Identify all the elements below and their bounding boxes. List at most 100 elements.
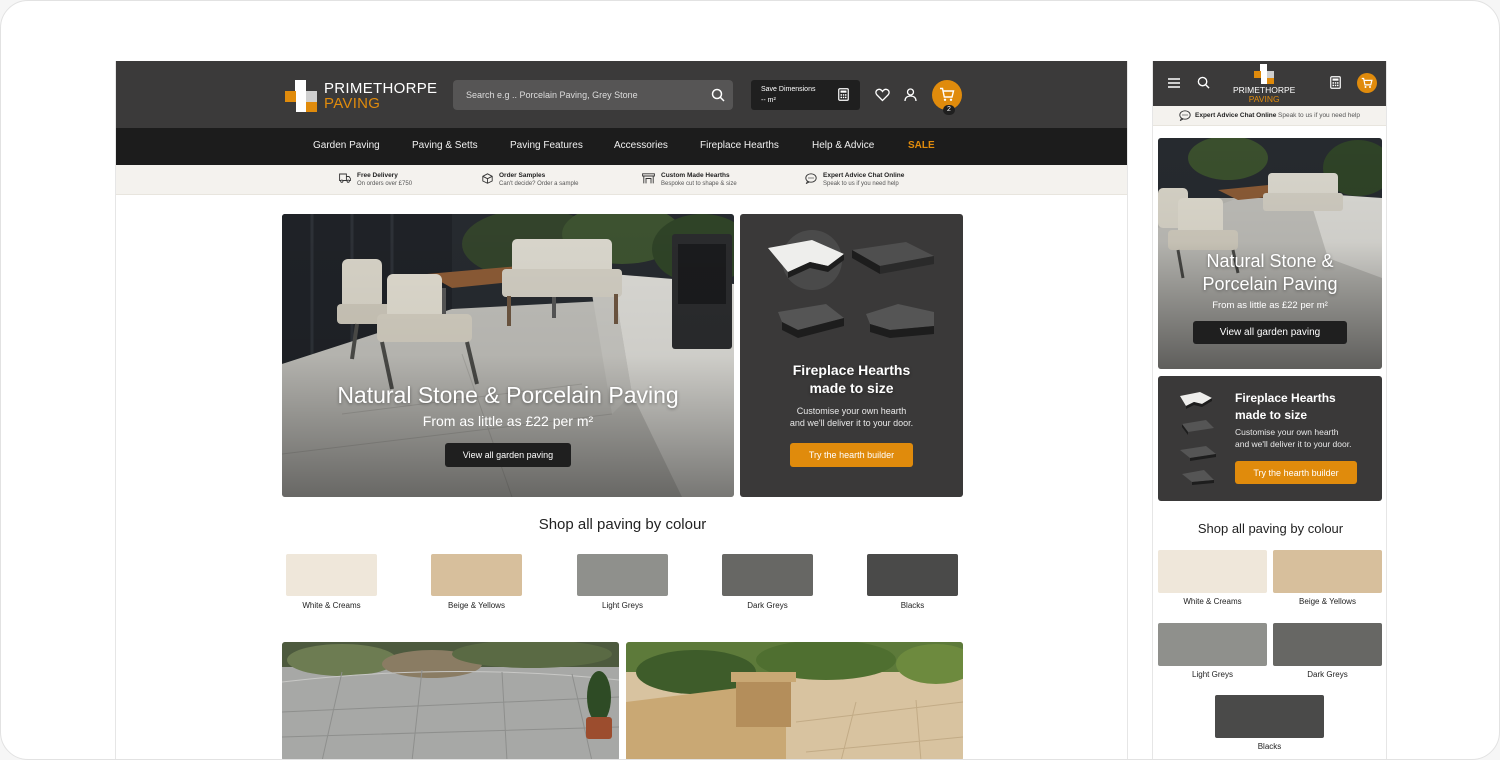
swatch-label[interactable]: Beige & Yellows	[1273, 597, 1382, 606]
usp-subtitle: Can't decide? Order a sample	[499, 181, 579, 187]
nav-sale[interactable]: SALE	[908, 140, 935, 151]
main-nav: Garden Paving Paving & Setts Paving Feat…	[116, 128, 1127, 165]
mobile-hearth-title-2: made to size	[1235, 408, 1308, 422]
mobile-chat-bar[interactable]: Expert Advice Chat Online Speak to us if…	[1153, 106, 1386, 126]
mobile-swatch-dark-greys[interactable]	[1273, 623, 1382, 666]
swatch-label[interactable]: Light Greys	[1158, 670, 1267, 679]
logo-line-2: PAVING	[324, 95, 381, 112]
usp-bar: Free Delivery On orders over £750 Order S…	[116, 165, 1127, 195]
nav-accessories[interactable]: Accessories	[614, 140, 668, 151]
mobile-hearth-text-2: and we'll deliver it to your door.	[1235, 439, 1352, 449]
swatch-label[interactable]: White & Creams	[1158, 597, 1267, 606]
swatch-label[interactable]: Light Greys	[577, 601, 668, 610]
mobile-logo[interactable]: PRIMETHORPE PAVING	[1233, 64, 1295, 103]
nav-help-advice[interactable]: Help & Advice	[812, 140, 874, 151]
mobile-view: PRIMETHORPE PAVING Expert Advice Chat On…	[1152, 61, 1387, 759]
search-box	[453, 80, 733, 110]
swatch-label[interactable]: Beige & Yellows	[431, 601, 522, 610]
chat-bubble-icon	[805, 173, 817, 184]
save-dimensions-title: Save Dimensions	[761, 86, 816, 93]
swatch-label[interactable]: Dark Greys	[722, 601, 813, 610]
mobile-cart-button[interactable]	[1357, 73, 1377, 93]
view-garden-paving-button[interactable]: View all garden paving	[445, 443, 571, 467]
hearth-promo-card[interactable]: Fireplace Hearths made to size Customise…	[740, 214, 963, 497]
heart-icon[interactable]	[875, 88, 890, 102]
search-input[interactable]	[453, 80, 733, 110]
logo-line-1: PRIMETHORPE	[324, 80, 438, 97]
chat-bubble-icon	[1179, 110, 1191, 121]
mobile-hero-title-2: Porcelain Paving	[1202, 274, 1338, 294]
account-icon[interactable]	[904, 88, 917, 102]
swatch-label[interactable]: Blacks	[1215, 742, 1324, 751]
browser-frame: PRIMETHORPE PAVING Save Dimensions -- m²	[0, 0, 1500, 760]
desktop-view: PRIMETHORPE PAVING Save Dimensions -- m²	[115, 61, 1128, 759]
usp-title: Expert Advice Chat Online	[823, 172, 905, 179]
mobile-hero-banner[interactable]: Natural Stone & Porcelain Paving From as…	[1158, 138, 1382, 369]
mobile-swatch-blacks[interactable]	[1215, 695, 1324, 738]
hearth-title-1: Fireplace Hearths	[792, 362, 911, 378]
mobile-hearth-card[interactable]: Fireplace Hearths made to size Customise…	[1158, 376, 1382, 501]
usp-title: Order Samples	[499, 172, 546, 179]
logo-line-2: PAVING	[1248, 93, 1280, 104]
search-icon[interactable]	[711, 88, 725, 102]
hearth-builder-button[interactable]: Try the hearth builder	[790, 443, 913, 467]
usp-order-samples[interactable]: Order Samples Can't decide? Order a sampl…	[482, 172, 579, 188]
nav-fireplace-hearths[interactable]: Fireplace Hearths	[700, 140, 779, 151]
swatch-white-creams[interactable]	[286, 554, 377, 596]
mobile-swatch-light-greys[interactable]	[1158, 623, 1267, 666]
cart-count-badge: 2	[943, 105, 955, 115]
mobile-header: PRIMETHORPE PAVING	[1153, 61, 1386, 106]
mobile-hearth-builder-button[interactable]: Try the hearth builder	[1235, 461, 1357, 484]
grey-paving-image	[282, 642, 619, 759]
hero-banner[interactable]: Natural Stone & Porcelain Paving From as…	[282, 214, 734, 497]
mobile-swatch-white-creams[interactable]	[1158, 550, 1267, 593]
swatch-label[interactable]: Dark Greys	[1273, 670, 1382, 679]
nav-garden-paving[interactable]: Garden Paving	[313, 140, 380, 151]
search-icon[interactable]	[1197, 76, 1210, 89]
usp-custom-hearths[interactable]: Custom Made Hearths Bespoke cut to shape …	[642, 172, 737, 188]
usp-free-delivery: Free Delivery On orders over £750	[339, 172, 412, 188]
mobile-chat-title: Expert Advice Chat Online	[1195, 112, 1277, 119]
save-dimensions-button[interactable]: Save Dimensions -- m²	[751, 80, 860, 110]
menu-icon[interactable]	[1168, 78, 1180, 88]
mobile-view-garden-paving-button[interactable]: View all garden paving	[1193, 321, 1347, 344]
nav-paving-setts[interactable]: Paving & Setts	[412, 140, 478, 151]
delivery-truck-icon	[339, 173, 351, 183]
swatch-beige-yellows[interactable]	[431, 554, 522, 596]
colour-section-title: Shop all paving by colour	[538, 516, 707, 533]
logo-mark-icon	[285, 80, 317, 112]
usp-expert-chat[interactable]: Expert Advice Chat Online Speak to us if …	[805, 172, 904, 188]
hero-subtitle: From as little as £22 per m²	[422, 413, 594, 429]
swatch-blacks[interactable]	[867, 554, 958, 596]
hearth-shapes-image	[768, 230, 934, 338]
mobile-hero-title-1: Natural Stone &	[1206, 251, 1334, 271]
calculator-icon	[838, 88, 849, 101]
nav-paving-features[interactable]: Paving Features	[510, 140, 583, 151]
swatch-light-greys[interactable]	[577, 554, 668, 596]
mobile-hearth-text-1: Customise your own hearth	[1235, 427, 1339, 437]
usp-subtitle: Bespoke cut to shape & size	[661, 181, 737, 187]
hearth-shapes-image	[1180, 392, 1216, 485]
hearth-title-2: made to size	[809, 380, 894, 396]
usp-title: Custom Made Hearths	[661, 172, 730, 179]
swatch-label[interactable]: Blacks	[867, 601, 958, 610]
swatch-label[interactable]: White & Creams	[286, 601, 377, 610]
mobile-hearth-title-1: Fireplace Hearths	[1235, 391, 1336, 405]
mobile-chat-sub: Speak to us if you need help	[1278, 112, 1361, 119]
beige-paving-photo[interactable]	[626, 642, 963, 759]
fireplace-icon	[642, 173, 655, 184]
grey-paving-photo[interactable]	[282, 642, 619, 759]
hearth-text-2: and we'll deliver it to your door.	[789, 418, 914, 428]
beige-paving-image	[626, 642, 963, 759]
mobile-hero-subtitle: From as little as £22 per m²	[1212, 300, 1328, 311]
logo-mark-icon	[1254, 64, 1275, 84]
swatch-dark-greys[interactable]	[722, 554, 813, 596]
calculator-icon[interactable]	[1330, 76, 1341, 89]
mobile-colour-section-title: Shop all paving by colour	[1197, 521, 1344, 536]
mobile-swatch-beige-yellows[interactable]	[1273, 550, 1382, 593]
cart-icon	[940, 87, 955, 101]
sample-box-icon	[482, 173, 493, 184]
site-logo[interactable]: PRIMETHORPE PAVING	[285, 80, 437, 112]
site-header: PRIMETHORPE PAVING Save Dimensions -- m²	[116, 61, 1127, 128]
usp-title: Free Delivery	[357, 172, 398, 179]
